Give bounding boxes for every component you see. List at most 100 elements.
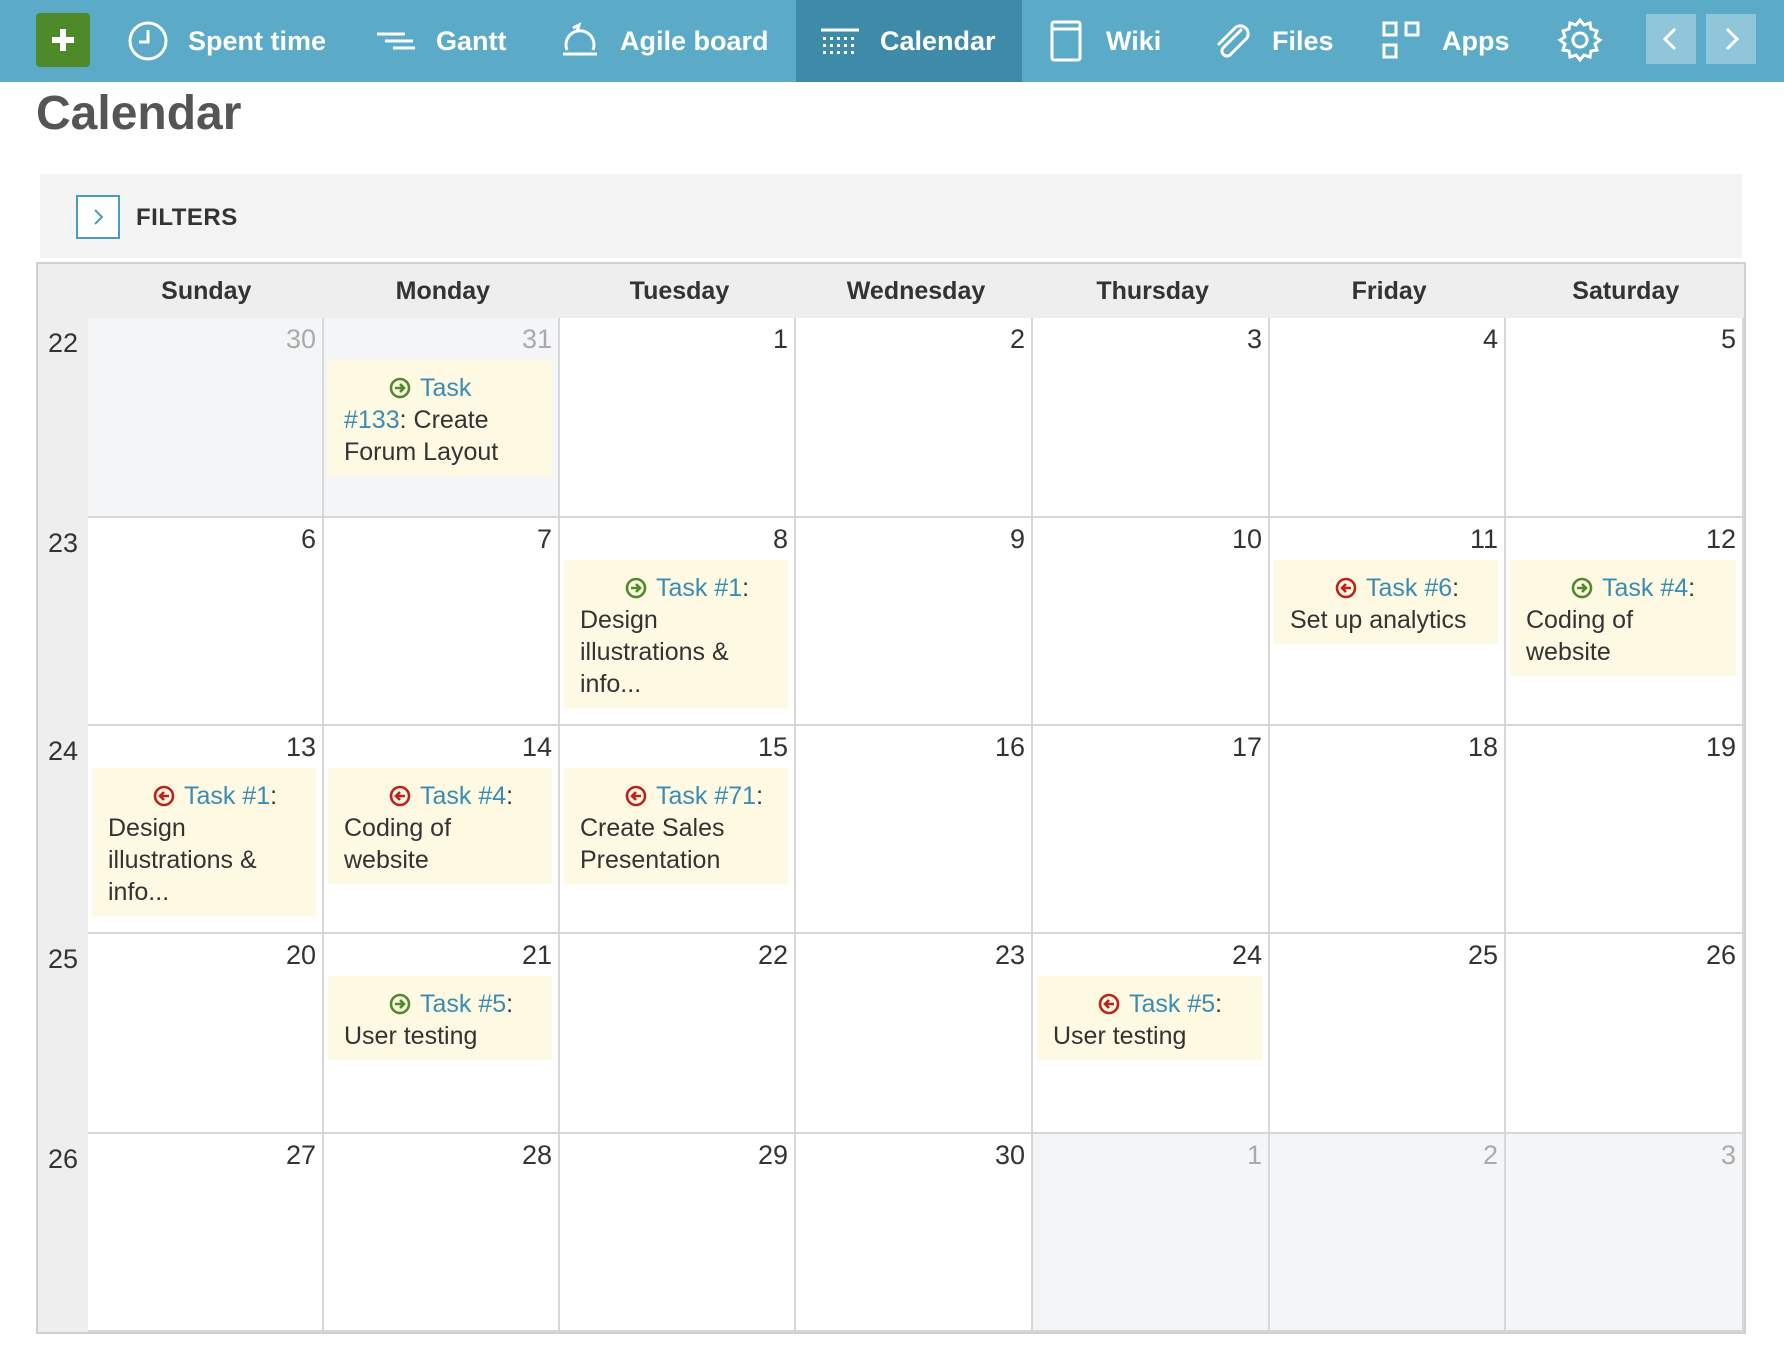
calendar-day-cell[interactable]: 16 [796, 726, 1033, 934]
nav-agile-board[interactable]: Agile board [558, 0, 769, 82]
nav-apps[interactable]: Apps [1380, 0, 1510, 82]
calendar-event[interactable]: Task #6: Set up analytics [1274, 560, 1498, 644]
day-name-tuesday: Tuesday [629, 277, 730, 305]
calendar-day-cell[interactable]: 11 Task #6: Set up analytics [1270, 518, 1506, 726]
calendar-grid: Sunday Monday Tuesday Wednesday Thursday Frid… [36, 262, 1746, 1334]
calendar-event[interactable]: Task #1: Design illustrations & info... [92, 768, 316, 916]
agile-board-icon [558, 19, 602, 63]
calendar-day-cell[interactable]: 21 Task #5: User testing [324, 934, 560, 1134]
task-link[interactable]: Task #4 [420, 782, 506, 810]
day-name-monday: Monday [395, 277, 491, 305]
day-number: 14 [521, 732, 552, 762]
calendar-day-cell[interactable]: 30 [88, 318, 324, 518]
calendar-event[interactable]: Task #133: Create Forum Layout [328, 360, 552, 476]
task-link[interactable]: Task #4 [1602, 574, 1688, 602]
calendar-day-cell[interactable]: 3 [1033, 318, 1270, 518]
nav-calendar-label: Calendar [880, 25, 996, 56]
calendar-day-cell[interactable]: 25 [1270, 934, 1506, 1134]
day-number: 18 [1467, 732, 1498, 762]
task-separator: : [756, 782, 764, 810]
task-link[interactable]: Task #5 [420, 990, 506, 1018]
filters-toggle-button[interactable] [76, 195, 120, 239]
task-separator: : [742, 574, 750, 602]
previous-month-button[interactable] [1646, 14, 1696, 64]
calendar-day-cell[interactable]: 5 [1506, 318, 1744, 518]
calendar-day-cell[interactable]: 27 [88, 1134, 324, 1332]
task-start-arrow-icon [389, 993, 411, 1015]
calendar-day-cell[interactable]: 13 Task #1: Design illustrations & info..… [88, 726, 324, 934]
task-link[interactable]: Task #6 [1366, 574, 1452, 602]
calendar-day-cell[interactable]: 12 Task #4: Coding of website [1506, 518, 1744, 726]
task-title: User testing [344, 1022, 478, 1050]
task-separator: : [1452, 574, 1460, 602]
calendar-day-cell[interactable]: 10 [1033, 518, 1270, 726]
day-number: 26 [1705, 940, 1736, 970]
task-title: Create Sales Presentation [580, 814, 725, 874]
day-number: 3 [1246, 324, 1262, 354]
calendar-day-cell[interactable]: 1 [1033, 1134, 1270, 1332]
day-number: 23 [994, 940, 1025, 970]
calendar-day-cell[interactable]: 19 [1506, 726, 1744, 934]
calendar-event[interactable]: Task #71: Create Sales Presentation [564, 768, 788, 884]
task-link[interactable]: Task #71 [656, 782, 756, 810]
calendar-day-cell[interactable]: 30 [796, 1134, 1033, 1332]
calendar-day-cell[interactable]: 9 [796, 518, 1033, 726]
calendar-day-cell[interactable]: 6 [88, 518, 324, 726]
day-number: 8 [772, 524, 788, 554]
calendar-day-cell[interactable]: 2 [1270, 1134, 1506, 1332]
calendar-day-cell[interactable]: 24 Task #5: User testing [1033, 934, 1270, 1134]
calendar-day-cell[interactable]: 3 [1506, 1134, 1744, 1332]
day-name-sunday: Sunday [161, 277, 252, 305]
day-name-friday: Friday [1351, 277, 1427, 305]
task-title: User testing [1053, 1022, 1187, 1050]
week-number: 24 [47, 736, 79, 766]
page-title: Calendar [36, 87, 242, 140]
calendar-day-cell[interactable]: 14 Task #4: Coding of website [324, 726, 560, 934]
calendar-day-cell[interactable]: 29 [560, 1134, 796, 1332]
task-link[interactable]: Task #1 [184, 782, 270, 810]
calendar-day-cell[interactable]: 20 [88, 934, 324, 1134]
week-number: 26 [47, 1144, 79, 1174]
day-number: 4 [1482, 324, 1498, 354]
calendar-day-cell[interactable]: 22 [560, 934, 796, 1134]
day-name-thursday: Thursday [1096, 277, 1209, 305]
next-month-button[interactable] [1706, 14, 1756, 64]
top-navigation: Spent time Gantt Agile board Calendar Wi… [0, 0, 1784, 82]
calendar-event[interactable]: Task #5: User testing [1037, 976, 1262, 1060]
add-new-button[interactable] [36, 13, 90, 67]
calendar-day-cell[interactable]: 23 [796, 934, 1033, 1134]
calendar-event[interactable]: Task #4: Coding of website [1510, 560, 1736, 676]
nav-gantt[interactable]: Gantt [374, 0, 507, 82]
task-link[interactable]: Task #5 [1129, 990, 1215, 1018]
calendar-event[interactable]: Task #5: User testing [328, 976, 552, 1060]
nav-spent-time[interactable]: Spent time [126, 0, 326, 82]
day-number: 2 [1009, 324, 1025, 354]
task-start-arrow-icon [389, 377, 411, 399]
calendar-day-cell[interactable]: 1 [560, 318, 796, 518]
chevron-right-icon [1725, 27, 1740, 51]
calendar-day-cell[interactable]: 7 [324, 518, 560, 726]
day-number: 16 [994, 732, 1025, 762]
calendar-day-cell[interactable]: 28 [324, 1134, 560, 1332]
calendar-day-cell[interactable]: 4 [1270, 318, 1506, 518]
calendar-event[interactable]: Task #1: Design illustrations & info... [564, 560, 788, 708]
calendar-day-cell[interactable]: 8 Task #1: Design illustrations & info... [560, 518, 796, 726]
calendar-day-cell[interactable]: 2 [796, 318, 1033, 518]
task-separator: : [270, 782, 278, 810]
nav-spent-time-label: Spent time [188, 25, 327, 56]
task-link[interactable]: Task #1 [656, 574, 742, 602]
calendar-day-cell[interactable]: 18 [1270, 726, 1506, 934]
calendar-day-cell[interactable]: 17 [1033, 726, 1270, 934]
nav-files[interactable]: Files [1210, 0, 1334, 82]
day-number: 15 [757, 732, 788, 762]
calendar-day-cell[interactable]: 31 Task #133: Create Forum Layout [324, 318, 560, 518]
calendar-day-cell[interactable]: 15 Task #71: Create Sales Presentation [560, 726, 796, 934]
nav-wiki[interactable]: Wiki [1044, 0, 1161, 82]
calendar-day-cell[interactable]: 26 [1506, 934, 1744, 1134]
nav-calendar[interactable]: Calendar [796, 0, 1022, 82]
gear-icon[interactable] [1556, 16, 1604, 64]
calendar-icon [818, 19, 862, 63]
task-separator: : [1215, 990, 1223, 1018]
calendar-event[interactable]: Task #4: Coding of website [328, 768, 552, 884]
task-start-arrow-icon [625, 577, 647, 599]
